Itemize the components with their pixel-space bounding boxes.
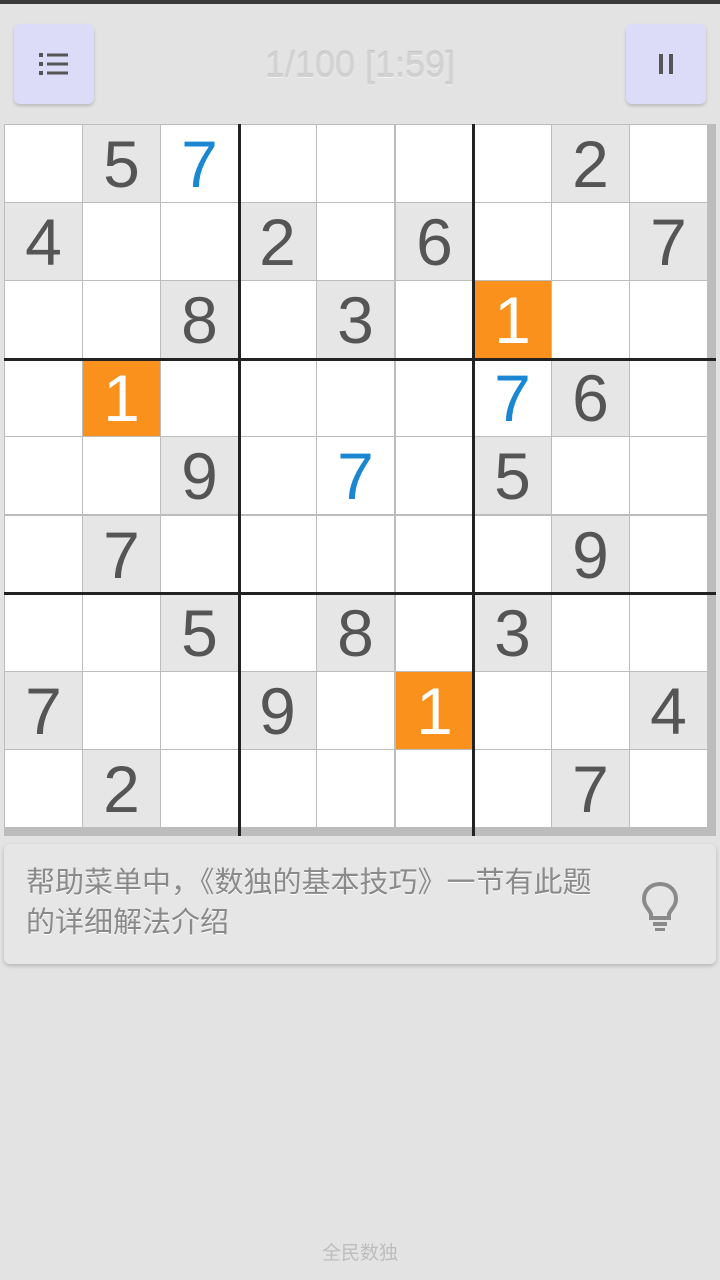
- sudoku-cell-r2c5[interactable]: [317, 203, 394, 280]
- top-bar: 1/100 [1:59]: [0, 4, 720, 120]
- sudoku-cell-r9c4[interactable]: [239, 750, 316, 827]
- menu-button[interactable]: [14, 24, 94, 104]
- sudoku-cell-r6c6[interactable]: [396, 516, 473, 593]
- sudoku-cell-r7c8[interactable]: [552, 594, 629, 671]
- hint-card: 帮助菜单中，《数独的基本技巧》一节有此题的详细解法介绍: [4, 844, 716, 964]
- sudoku-cell-r5c2[interactable]: [83, 437, 160, 514]
- sudoku-board: 572426783117697579583791427: [4, 124, 716, 836]
- sudoku-cell-r1c6[interactable]: [396, 125, 473, 202]
- sudoku-cell-r1c5[interactable]: [317, 125, 394, 202]
- sudoku-cell-r8c1[interactable]: 7: [5, 672, 82, 749]
- sudoku-cell-r3c3[interactable]: 8: [161, 281, 238, 358]
- sudoku-cell-r6c4[interactable]: [239, 516, 316, 593]
- sudoku-cell-r4c5[interactable]: [317, 359, 394, 436]
- sudoku-cell-r9c3[interactable]: [161, 750, 238, 827]
- sudoku-cell-r8c8[interactable]: [552, 672, 629, 749]
- sudoku-cell-r6c9[interactable]: [630, 516, 707, 593]
- sudoku-cell-r6c8[interactable]: 9: [552, 516, 629, 593]
- sudoku-cell-r8c5[interactable]: [317, 672, 394, 749]
- sudoku-cell-r7c5[interactable]: 8: [317, 594, 394, 671]
- sudoku-cell-r7c7[interactable]: 3: [474, 594, 551, 671]
- sudoku-cell-r1c7[interactable]: [474, 125, 551, 202]
- block-divider-vertical: [472, 124, 475, 836]
- sudoku-cell-r9c5[interactable]: [317, 750, 394, 827]
- sudoku-cell-r6c1[interactable]: [5, 516, 82, 593]
- sudoku-cell-r9c1[interactable]: [5, 750, 82, 827]
- sudoku-cell-r3c8[interactable]: [552, 281, 629, 358]
- sudoku-cell-r5c4[interactable]: [239, 437, 316, 514]
- sudoku-cell-r3c1[interactable]: [5, 281, 82, 358]
- sudoku-cell-r8c7[interactable]: [474, 672, 551, 749]
- sudoku-cell-r1c9[interactable]: [630, 125, 707, 202]
- sudoku-cell-r4c6[interactable]: [396, 359, 473, 436]
- sudoku-cell-r9c7[interactable]: [474, 750, 551, 827]
- sudoku-cell-r5c8[interactable]: [552, 437, 629, 514]
- sudoku-cell-r4c8[interactable]: 6: [552, 359, 629, 436]
- sudoku-cell-r5c1[interactable]: [5, 437, 82, 514]
- app-name-footer: 全民数独: [321, 1242, 398, 1264]
- sudoku-cell-r2c4[interactable]: 2: [239, 203, 316, 280]
- sudoku-cell-r8c4[interactable]: 9: [239, 672, 316, 749]
- block-divider-vertical: [238, 124, 241, 836]
- sudoku-cell-r7c6[interactable]: [396, 594, 473, 671]
- sudoku-cell-r2c8[interactable]: [552, 203, 629, 280]
- sudoku-cell-r1c2[interactable]: 5: [83, 125, 160, 202]
- sudoku-cell-r8c3[interactable]: [161, 672, 238, 749]
- sudoku-cell-r6c7[interactable]: [474, 516, 551, 593]
- sudoku-cell-r1c1[interactable]: [5, 125, 82, 202]
- pause-button[interactable]: [626, 24, 706, 104]
- sudoku-cell-r5c7[interactable]: 5: [474, 437, 551, 514]
- block-divider-horizontal: [4, 592, 716, 595]
- sudoku-cell-r6c5[interactable]: [317, 516, 394, 593]
- list-icon: [39, 53, 68, 75]
- sudoku-cell-r7c3[interactable]: 5: [161, 594, 238, 671]
- block-divider-horizontal: [4, 358, 716, 361]
- sudoku-cell-r6c2[interactable]: 7: [83, 516, 160, 593]
- level-progress-timer: 1/100 [1:59]: [264, 44, 456, 85]
- sudoku-cell-r8c9[interactable]: 4: [630, 672, 707, 749]
- sudoku-cell-r3c4[interactable]: [239, 281, 316, 358]
- sudoku-cell-r5c5[interactable]: 7: [317, 437, 394, 514]
- sudoku-cell-r5c6[interactable]: [396, 437, 473, 514]
- sudoku-cell-r4c4[interactable]: [239, 359, 316, 436]
- hint-text: 帮助菜单中，《数独的基本技巧》一节有此题的详细解法介绍: [26, 865, 592, 939]
- lightbulb-icon[interactable]: [638, 880, 682, 932]
- sudoku-cell-r5c3[interactable]: 9: [161, 437, 238, 514]
- sudoku-cell-r1c3[interactable]: 7: [161, 125, 238, 202]
- sudoku-cell-r7c4[interactable]: [239, 594, 316, 671]
- sudoku-cell-r4c7[interactable]: 7: [474, 359, 551, 436]
- sudoku-cell-r1c8[interactable]: 2: [552, 125, 629, 202]
- sudoku-cell-r7c1[interactable]: [5, 594, 82, 671]
- sudoku-cell-r9c6[interactable]: [396, 750, 473, 827]
- sudoku-cell-r3c6[interactable]: [396, 281, 473, 358]
- sudoku-cell-r4c3[interactable]: [161, 359, 238, 436]
- sudoku-cell-r7c9[interactable]: [630, 594, 707, 671]
- sudoku-cell-r2c3[interactable]: [161, 203, 238, 280]
- sudoku-cell-r3c2[interactable]: [83, 281, 160, 358]
- sudoku-cell-r9c2[interactable]: 2: [83, 750, 160, 827]
- sudoku-cell-r8c2[interactable]: [83, 672, 160, 749]
- pause-icon: [659, 54, 673, 74]
- sudoku-cell-r3c5[interactable]: 3: [317, 281, 394, 358]
- sudoku-cell-r9c9[interactable]: [630, 750, 707, 827]
- sudoku-cell-r4c1[interactable]: [5, 359, 82, 436]
- sudoku-cell-r4c2[interactable]: 1: [83, 359, 160, 436]
- sudoku-cell-r5c9[interactable]: [630, 437, 707, 514]
- sudoku-cell-r9c8[interactable]: 7: [552, 750, 629, 827]
- sudoku-cell-r4c9[interactable]: [630, 359, 707, 436]
- sudoku-cell-r2c1[interactable]: 4: [5, 203, 82, 280]
- sudoku-cell-r3c9[interactable]: [630, 281, 707, 358]
- sudoku-cell-r2c6[interactable]: 6: [396, 203, 473, 280]
- sudoku-cell-r2c9[interactable]: 7: [630, 203, 707, 280]
- sudoku-cell-r8c6[interactable]: 1: [396, 672, 473, 749]
- sudoku-cell-r2c2[interactable]: [83, 203, 160, 280]
- sudoku-cell-r6c3[interactable]: [161, 516, 238, 593]
- sudoku-cell-r7c2[interactable]: [83, 594, 160, 671]
- sudoku-cell-r2c7[interactable]: [474, 203, 551, 280]
- sudoku-cell-r3c7[interactable]: 1: [474, 281, 551, 358]
- sudoku-cell-r1c4[interactable]: [239, 125, 316, 202]
